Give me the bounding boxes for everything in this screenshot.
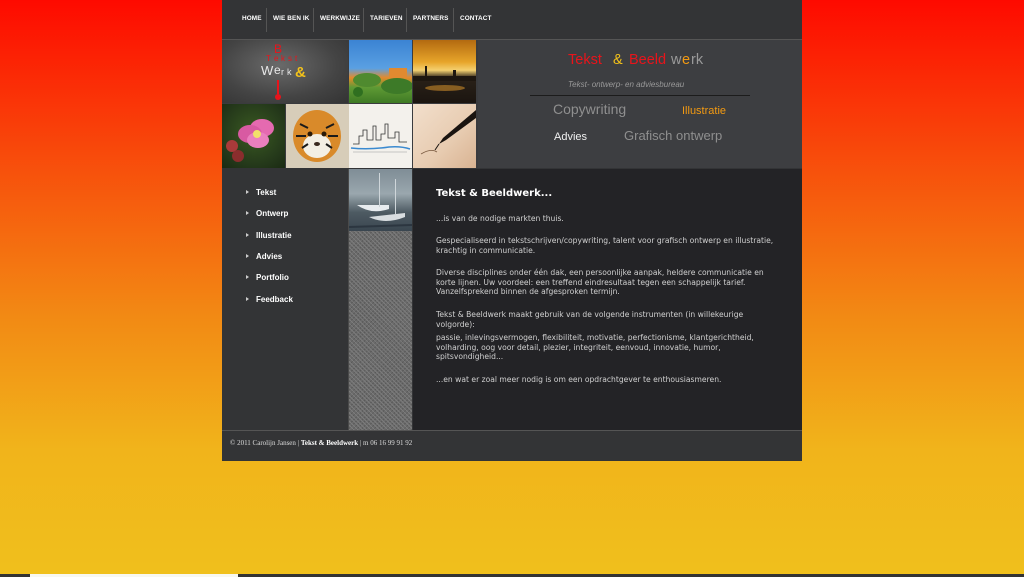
brand-title-tekst: Tekst — [568, 52, 602, 68]
logo-letter: W — [261, 63, 274, 78]
sidebar-item-label: Feedback — [256, 295, 293, 304]
sidebar-item-label: Portfolio — [256, 273, 289, 282]
nav-separator — [406, 8, 407, 32]
brand-title-ampersand: & — [613, 52, 623, 68]
landscape-drawing — [353, 68, 412, 97]
service-advies: Advies — [554, 131, 588, 143]
caret-right-icon — [246, 233, 249, 237]
logo-letter: t — [295, 54, 298, 63]
sidebar-item-label: Tekst — [256, 188, 277, 197]
sidebar-item-label: Ontwerp — [256, 209, 289, 218]
landscape-image — [349, 40, 412, 103]
service-copywriting: Copywriting — [553, 101, 627, 117]
nav-partners[interactable]: PARTNERS — [413, 0, 448, 32]
logo[interactable]: B T e k s t W e r k & — [222, 40, 348, 103]
brand-title-rk: rk — [691, 52, 704, 68]
logo-bar — [277, 80, 279, 94]
nav-separator — [266, 8, 267, 32]
sidebar-item-illustratie[interactable]: Illustratie — [246, 231, 292, 240]
fountain-pen-image — [413, 104, 476, 168]
caret-right-icon — [246, 254, 249, 258]
brand-title-e: e — [682, 52, 691, 68]
sunset-drawing — [413, 66, 476, 91]
skyline-image — [349, 104, 412, 168]
specialization-paragraph: Gespecialiseerd in tekstschrijven/copywr… — [436, 236, 774, 255]
title-divider — [530, 95, 750, 96]
page-title: Tekst & Beeldwerk... — [436, 188, 553, 199]
sidebar-menu: Tekst Ontwerp Illustratie Advies Portfol… — [222, 169, 349, 430]
closing-paragraph: ...en wat er zoal meer nodig is om een o… — [436, 375, 722, 384]
sidebar-item-advies[interactable]: Advies — [246, 252, 282, 261]
footer-brand: Tekst & Beeldwerk — [300, 439, 359, 447]
brand-title-beeld: Beeld — [629, 52, 667, 68]
instruments-intro-paragraph: Tekst & Beeldwerk maakt gebruik van de v… — [436, 310, 744, 329]
sidebar-item-label: Advies — [256, 252, 283, 261]
instruments-list-paragraph: passie, inlevingsvermogen, flexibiliteit… — [436, 333, 754, 362]
brand-panel: Tekst & Beeld w e rk Tekst- ontwerp- en … — [478, 40, 802, 168]
flower-image — [222, 104, 285, 168]
main-content: Tekst & Beeldwerk... ...is van de nodige… — [413, 169, 802, 430]
boats-image — [349, 169, 412, 231]
footer-phone: | m 06 16 99 91 92 — [359, 439, 413, 447]
caret-right-icon — [246, 297, 249, 301]
caret-right-icon — [246, 211, 249, 215]
logo-letter: e — [274, 63, 281, 77]
top-navigation: HOME WIE BEN IK WERKWIJZE TARIEVEN PARTN… — [222, 0, 802, 40]
tiger-drawing — [293, 110, 341, 162]
nav-separator — [313, 8, 314, 32]
logo-letter: k — [287, 67, 292, 77]
caret-right-icon — [246, 190, 249, 194]
nav-separator — [453, 8, 454, 32]
nav-werkwijze[interactable]: WERKWIJZE — [320, 0, 360, 32]
logo-letter: T — [266, 54, 271, 63]
sidebar-item-feedback[interactable]: Feedback — [246, 295, 293, 304]
footer-copyright: © 2011 Carolijn Jansen | — [230, 439, 300, 447]
flower-drawing — [226, 119, 274, 162]
intro-paragraph: ...is van de nodige markten thuis. — [436, 214, 564, 223]
site-container: HOME WIE BEN IK WERKWIJZE TARIEVEN PARTN… — [222, 0, 802, 461]
pen-drawing — [420, 110, 476, 155]
disciplines-paragraph: Diverse disciplines onder één dak, een p… — [436, 268, 764, 297]
caret-right-icon — [246, 275, 249, 279]
nav-wie-ben-ik[interactable]: WIE BEN IK — [273, 0, 310, 32]
logo-letter: & — [295, 64, 306, 81]
logo-letter: e — [274, 54, 279, 63]
logo-letter: r — [281, 67, 284, 77]
sidebar-item-ontwerp[interactable]: Ontwerp — [246, 209, 288, 218]
boats-drawing — [349, 173, 412, 228]
sidebar-item-portfolio[interactable]: Portfolio — [246, 273, 289, 282]
nav-separator — [363, 8, 364, 32]
nav-home[interactable]: HOME — [242, 0, 262, 32]
logo-letter: k — [281, 54, 285, 63]
footer-text: © 2011 Carolijn Jansen | Tekst & Beeldwe… — [230, 439, 412, 447]
sidebar-item-label: Illustratie — [256, 231, 292, 240]
footer: © 2011 Carolijn Jansen | Tekst & Beeldwe… — [222, 430, 802, 461]
service-grafisch-ontwerp: Grafisch ontwerp — [624, 128, 723, 143]
sunset-image — [413, 40, 476, 103]
nav-contact[interactable]: CONTACT — [460, 0, 491, 32]
tagline: Tekst- ontwerp- en adviesbureau — [568, 80, 685, 89]
sidebar-item-tekst[interactable]: Tekst — [246, 188, 276, 197]
service-illustratie: Illustratie — [682, 105, 727, 117]
logo-letter: s — [288, 54, 292, 63]
tiger-image — [286, 104, 349, 168]
brand-title-w: w — [671, 52, 682, 68]
header-banner: B T e k s t W e r k & Tekst & Beeld w e … — [222, 40, 802, 168]
nav-tarieven[interactable]: TARIEVEN — [370, 0, 403, 32]
logo-dot — [275, 94, 281, 100]
skyline-drawing — [350, 123, 411, 153]
